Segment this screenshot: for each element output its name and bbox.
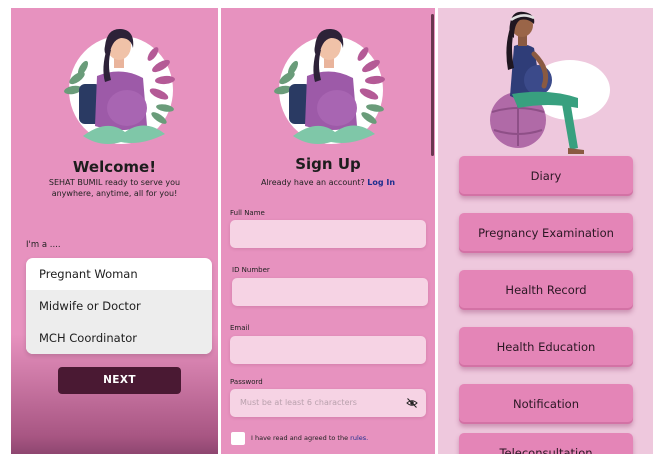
signup-screen: Sign Up Already have an account? Log In … <box>221 8 435 454</box>
menu-button-health-record[interactable]: Health Record <box>459 270 633 310</box>
eye-off-icon[interactable] <box>406 397 418 409</box>
agree-text: I have read and agreed to the <box>251 434 349 442</box>
email-field[interactable] <box>230 336 426 364</box>
menu-button-health-education[interactable]: Health Education <box>459 327 633 367</box>
login-prompt: Already have an account? <box>260 178 365 187</box>
role-option-pregnant-woman[interactable]: Pregnant Woman <box>26 258 212 290</box>
rules-link[interactable]: rules. <box>350 434 368 442</box>
agree-line: I have read and agreed to the rules. <box>251 434 368 442</box>
menu-button-teleconsultation[interactable]: Teleconsultation <box>459 433 633 454</box>
role-option-midwife-doctor[interactable]: Midwife or Doctor <box>26 290 212 322</box>
id-number-label: ID Number <box>232 266 270 274</box>
menu-button-notification[interactable]: Notification <box>459 384 633 424</box>
full-name-label: Full Name <box>230 209 265 217</box>
login-link[interactable]: Log In <box>367 178 395 187</box>
subtitle-line: anywhere, anytime, all for you! <box>51 189 178 198</box>
password-placeholder: Must be at least 6 characters <box>240 398 357 407</box>
pregnant-woman-illustration <box>274 28 385 144</box>
agree-checkbox[interactable] <box>231 432 245 445</box>
menu-button-diary[interactable]: Diary <box>459 156 633 196</box>
role-option-mch-coordinator[interactable]: MCH Coordinator <box>26 322 212 354</box>
role-label: I'm a .... <box>26 240 61 250</box>
welcome-subtitle: SEHAT BUMIL ready to serve you anywhere,… <box>11 177 218 199</box>
next-button[interactable]: NEXT <box>58 367 181 394</box>
password-field[interactable]: Must be at least 6 characters <box>230 389 426 417</box>
pregnant-woman-illustration <box>64 28 175 144</box>
welcome-screen: Welcome! SEHAT BUMIL ready to serve you … <box>11 8 218 454</box>
signup-title: Sign Up <box>295 155 361 173</box>
subtitle-line: SEHAT BUMIL ready to serve you <box>48 178 181 187</box>
role-selector: Pregnant Woman Midwife or Doctor MCH Coo… <box>26 258 212 354</box>
menu-screen: Diary Pregnancy Examination Health Recor… <box>438 8 653 454</box>
login-prompt-line: Already have an account? Log In <box>221 178 435 187</box>
welcome-title: Welcome! <box>72 158 157 176</box>
email-label: Email <box>230 324 250 332</box>
full-name-field[interactable] <box>230 220 426 248</box>
id-number-field[interactable] <box>232 278 428 306</box>
pregnant-woman-on-ball-illustration <box>490 11 610 154</box>
menu-button-pregnancy-examination[interactable]: Pregnancy Examination <box>459 213 633 253</box>
scrollbar[interactable] <box>431 14 434 156</box>
password-label: Password <box>230 378 263 386</box>
